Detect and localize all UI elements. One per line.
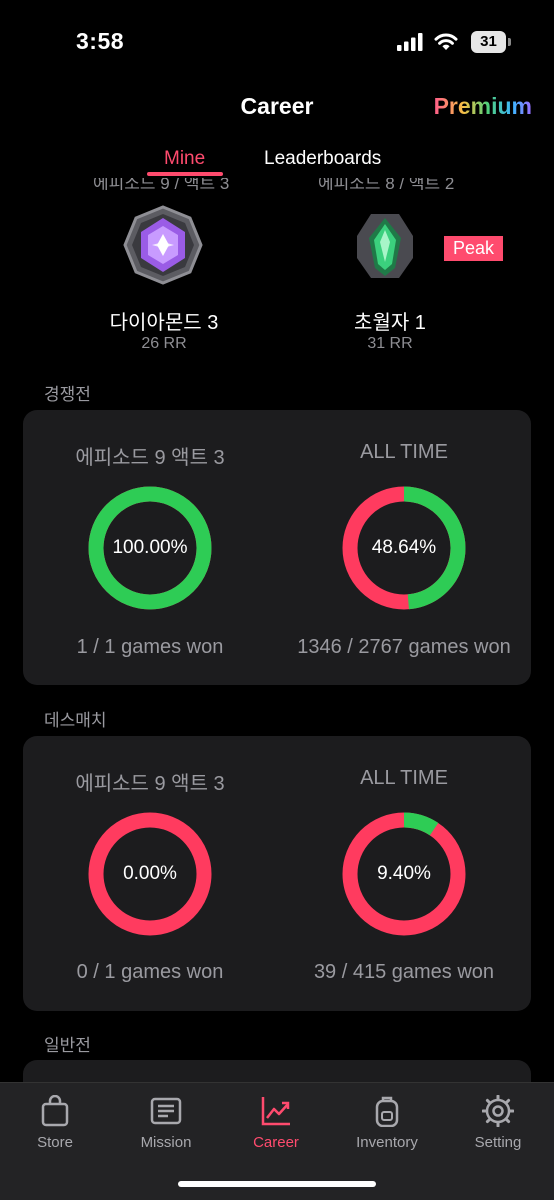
win-rate-percent: 48.64%: [371, 537, 437, 558]
tab-career-label: Career: [253, 1134, 299, 1151]
tab-setting[interactable]: Setting: [443, 1083, 553, 1163]
games-won-count: 1346 / 2767 games won: [297, 636, 511, 658]
peak-rank-season: 에피소드 8 / 액트 2: [318, 178, 455, 190]
tab-inventory[interactable]: Inventory: [332, 1083, 442, 1163]
diamond-rank-icon: [123, 205, 203, 285]
deathmatch-stats-card: 에피소드 9 액트 3 0.00% 0 / 1 games won ALL TI…: [23, 736, 531, 1011]
current-rank-name: 다이아몬드 3: [109, 312, 219, 334]
win-rate-percent: 0.00%: [123, 863, 177, 884]
signal-icon: [397, 33, 423, 51]
backpack-icon: [375, 1096, 399, 1127]
wifi-icon: [434, 33, 458, 50]
win-rate-ring: 0.00%: [87, 811, 213, 937]
tab-mission[interactable]: Mission: [111, 1083, 221, 1163]
tab-store-label: Store: [37, 1134, 73, 1151]
rank-season-row: 에피소드 9 / 액트 3 에피소드 8 / 액트 2: [0, 178, 554, 190]
tab-mission-label: Mission: [140, 1134, 192, 1151]
mission-icon: [150, 1097, 182, 1125]
gear-icon: [482, 1095, 514, 1127]
games-won-count: 39 / 415 games won: [313, 961, 495, 983]
peak-rank-name: 초월자 1: [354, 312, 426, 334]
tab-setting-label: Setting: [474, 1134, 522, 1151]
episode-stat-title: 에피소드 9 액트 3: [75, 773, 225, 795]
tab-career[interactable]: Career: [221, 1083, 331, 1163]
deathmatch-section-label: 데스매치: [44, 711, 107, 730]
games-won-count: 1 / 1 games won: [76, 636, 224, 658]
win-rate-ring: 9.40%: [341, 811, 467, 937]
home-indicator: [178, 1181, 376, 1187]
all-time-stat-title: ALL TIME: [360, 767, 448, 789]
ascendant-rank-icon: [357, 214, 413, 278]
unrated-section-label: 일반전: [44, 1036, 91, 1055]
competitive-stats-card: 에피소드 9 액트 3 100.00% 1 / 1 games won ALL …: [23, 410, 531, 685]
win-rate-ring: 48.64%: [341, 485, 467, 611]
peak-rank-rr: 31 RR: [367, 335, 413, 352]
status-time: 3:58: [76, 28, 125, 54]
episode-stat-title: 에피소드 9 액트 3: [75, 447, 225, 469]
current-rank-season: 에피소드 9 / 액트 3: [93, 178, 230, 190]
tab-mine[interactable]: Mine: [164, 148, 205, 170]
status-bar: 3:58 31: [0, 0, 554, 80]
tab-leaderboards[interactable]: Leaderboards: [264, 148, 381, 170]
peak-badge: Peak: [444, 236, 503, 261]
tab-store[interactable]: Store: [0, 1083, 110, 1163]
win-rate-ring: 100.00%: [87, 485, 213, 611]
games-won-count: 0 / 1 games won: [76, 961, 224, 983]
competitive-section-label: 경쟁전: [44, 385, 91, 404]
tab-inventory-label: Inventory: [356, 1134, 418, 1151]
battery-icon: 31: [471, 31, 511, 53]
tab-indicator: [147, 172, 223, 176]
all-time-stat-title: ALL TIME: [360, 441, 448, 463]
bag-icon: [41, 1095, 69, 1127]
battery-level: 31: [471, 31, 506, 53]
win-rate-percent: 9.40%: [377, 863, 431, 884]
win-rate-percent: 100.00%: [112, 537, 188, 558]
current-rank-rr: 26 RR: [141, 335, 187, 352]
premium-button[interactable]: Premium: [434, 93, 532, 120]
chart-icon: [261, 1097, 290, 1126]
